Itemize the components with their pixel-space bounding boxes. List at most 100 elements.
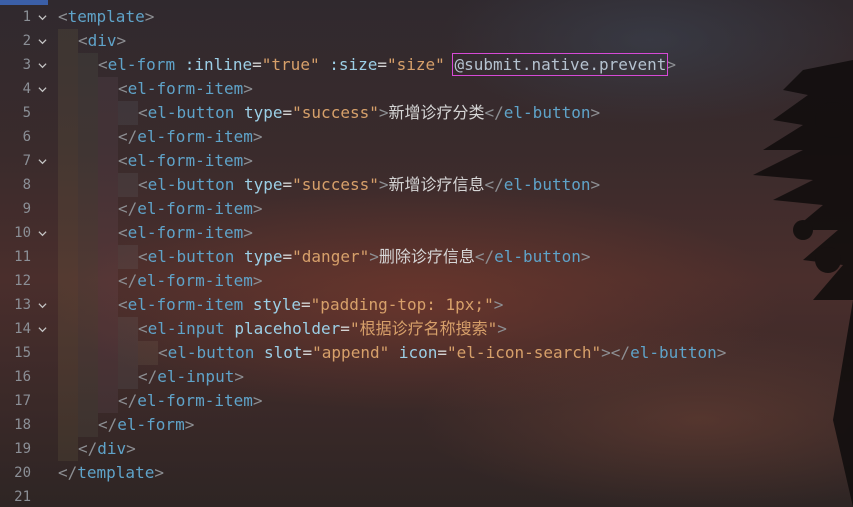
code-line[interactable]: 3 <el-form :inline="true" :size="size" @s… — [0, 53, 853, 77]
line-number: 11 — [14, 249, 31, 265]
code-line[interactable]: 1 <template> — [0, 5, 853, 29]
code-text[interactable]: <el-button type="success">新增诊疗分类</el-but… — [138, 101, 600, 125]
code-text[interactable]: </el-form-item> — [118, 389, 263, 413]
code-text[interactable]: <el-button slot="append" icon="el-icon-s… — [158, 341, 726, 365]
code-line[interactable]: 20 </template> — [0, 461, 853, 485]
code-token: el-form-item — [137, 199, 253, 218]
fold-chevron-icon[interactable] — [38, 301, 47, 310]
code-text[interactable]: <el-form-item> — [118, 221, 253, 245]
code-token: el-form-item — [137, 127, 253, 146]
code-token: "append" — [312, 343, 390, 362]
code-token: el-input — [157, 367, 235, 386]
code-text[interactable]: <el-input placeholder="根据诊疗名称搜索"> — [138, 317, 507, 341]
code-line[interactable]: 9 </el-form-item> — [0, 197, 853, 221]
code-token: = — [282, 103, 293, 122]
code-text[interactable]: </el-form-item> — [118, 197, 263, 221]
indent-guide — [98, 365, 118, 389]
code-token: = — [437, 343, 448, 362]
code-token: </ — [610, 343, 631, 362]
indent-guide — [78, 125, 98, 149]
code-text[interactable]: </el-input> — [138, 365, 244, 389]
fold-chevron-icon[interactable] — [38, 157, 47, 166]
code-token: placeholder — [224, 319, 341, 338]
code-token: div — [97, 439, 127, 458]
code-line[interactable]: 10 <el-form-item> — [0, 221, 853, 245]
indent-guide — [58, 365, 78, 389]
fold-chevron-icon[interactable] — [38, 85, 47, 94]
line-number: 6 — [22, 129, 31, 145]
code-text[interactable]: <div> — [78, 29, 126, 53]
code-token: < — [118, 295, 128, 314]
code-token: > — [252, 391, 263, 410]
code-line[interactable]: 6 </el-form-item> — [0, 125, 853, 149]
code-line[interactable]: 15 <el-button slot="append" icon="el-icon… — [0, 341, 853, 365]
fold-chevron-icon[interactable] — [38, 325, 47, 334]
code-line[interactable]: 13 <el-form-item style="padding-top: 1px;… — [0, 293, 853, 317]
code-token: "根据诊疗名称搜索" — [349, 319, 498, 338]
indent-guide — [58, 149, 78, 173]
code-token: > — [116, 31, 127, 50]
code-line[interactable]: 12 </el-form-item> — [0, 269, 853, 293]
line-number: 1 — [22, 9, 31, 25]
line-number: 21 — [14, 489, 31, 505]
code-text[interactable]: <el-form :inline="true" :size="size" @su… — [98, 53, 676, 77]
fold-chevron-icon[interactable] — [38, 13, 47, 22]
code-token: > — [590, 103, 601, 122]
code-line[interactable]: 2 <div> — [0, 29, 853, 53]
code-editor[interactable]: 1 <template> 2 <div> 3 <el-form :inline="true… — [0, 0, 853, 507]
code-token: template — [77, 463, 155, 482]
indent-guide — [98, 389, 118, 413]
indent-guide — [78, 413, 98, 437]
code-token: = — [301, 295, 311, 314]
code-token: < — [138, 247, 148, 266]
indent-guide — [138, 341, 158, 365]
code-token: style — [243, 295, 302, 314]
code-line[interactable]: 8 <el-button type="success">新增诊疗信息</el-bu… — [0, 173, 853, 197]
line-number: 19 — [14, 441, 31, 457]
code-token: 删除诊疗信息 — [378, 247, 475, 266]
code-text[interactable]: <el-form-item style="padding-top: 1px;"> — [118, 293, 503, 317]
code-text[interactable]: </template> — [58, 461, 164, 485]
code-text[interactable]: </el-form-item> — [118, 269, 263, 293]
line-number: 9 — [22, 201, 31, 217]
code-line[interactable]: 4 <el-form-item> — [0, 77, 853, 101]
code-text[interactable]: </el-form-item> — [118, 125, 263, 149]
code-token: el-form-item — [127, 223, 244, 242]
code-token: el-button — [167, 343, 255, 362]
code-text[interactable]: <el-button type="success">新增诊疗信息</el-but… — [138, 173, 600, 197]
code-line[interactable]: 5 <el-button type="success">新增诊疗分类</el-bu… — [0, 101, 853, 125]
code-token: > — [144, 7, 155, 26]
code-line[interactable]: 17 </el-form-item> — [0, 389, 853, 413]
code-line[interactable]: 14 <el-input placeholder="根据诊疗名称搜索"> — [0, 317, 853, 341]
fold-chevron-icon[interactable] — [38, 61, 47, 70]
code-line[interactable]: 11 <el-button type="danger">删除诊疗信息</el-bu… — [0, 245, 853, 269]
code-line[interactable]: 21 — [0, 485, 853, 507]
code-token: > — [378, 103, 389, 122]
line-number: 2 — [22, 33, 31, 49]
indent-guide — [78, 77, 98, 101]
code-line[interactable]: 18 </el-form> — [0, 413, 853, 437]
code-line[interactable]: 7 <el-form-item> — [0, 149, 853, 173]
indent-guide — [78, 317, 98, 341]
fold-chevron-icon[interactable] — [38, 37, 47, 46]
code-token: </ — [474, 247, 495, 266]
code-text[interactable]: </el-form> — [98, 413, 194, 437]
code-token: = — [377, 55, 388, 74]
indent-guide — [78, 269, 98, 293]
code-text[interactable]: <el-form-item> — [118, 77, 253, 101]
code-line[interactable]: 19 </div> — [0, 437, 853, 461]
indent-guide — [98, 317, 118, 341]
line-number: 5 — [22, 105, 31, 121]
fold-chevron-icon[interactable] — [38, 229, 47, 238]
indent-guide — [118, 101, 138, 125]
line-number: 20 — [14, 465, 31, 481]
indent-guide — [118, 341, 138, 365]
code-text[interactable]: </div> — [78, 437, 136, 461]
code-line[interactable]: 16 </el-input> — [0, 365, 853, 389]
code-text[interactable]: <el-form-item> — [118, 149, 253, 173]
code-text[interactable]: <template> — [58, 5, 154, 29]
line-number: 3 — [22, 57, 31, 73]
code-text[interactable]: <el-button type="danger">删除诊疗信息</el-butt… — [138, 245, 590, 269]
indent-guide — [58, 389, 78, 413]
